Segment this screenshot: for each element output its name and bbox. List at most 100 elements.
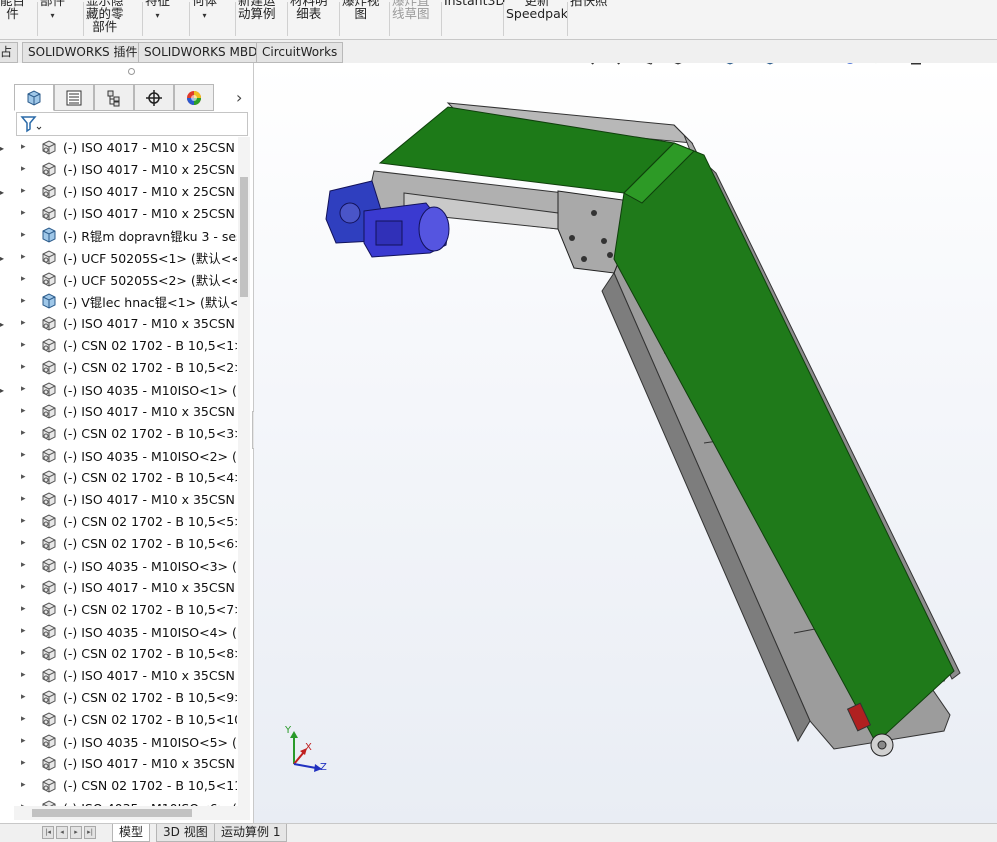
tree-item[interactable]: ▸ (-) ISO 4017 - M10 x 35CSN E — [0, 312, 240, 334]
parent-expand-arrow-icon[interactable]: ▸ — [0, 144, 10, 153]
tree-item[interactable]: ▸ (-) CSN 02 1702 - B 10,5<1> ( — [0, 334, 240, 356]
panel-grip-icon[interactable] — [128, 68, 135, 75]
first-tab-icon[interactable]: |◂ — [42, 826, 54, 839]
tree-item[interactable]: ▸ (-) ISO 4035 - M10ISO<1> (默 — [0, 378, 240, 400]
tree-item[interactable]: ▸ (-) UCF 50205S<1> (默认<<默 — [0, 246, 240, 268]
expand-arrow-icon[interactable]: ▸ — [21, 780, 29, 790]
expand-arrow-icon[interactable]: ▸ — [21, 186, 29, 196]
ribbon-button-2[interactable]: 显示隐 藏的零 部件 — [86, 0, 124, 34]
tree-filter-bar[interactable] — [16, 112, 248, 136]
display-manager-tab[interactable] — [174, 84, 214, 111]
tree-item[interactable]: ▸ (-) ISO 4017 - M10 x 35CSN E — [0, 664, 240, 686]
parent-expand-arrow-icon[interactable]: ▸ — [0, 254, 10, 263]
propertymanager-tab[interactable] — [54, 84, 94, 111]
tree-item[interactable]: ▸ (-) ISO 4017 - M10 x 35CSN E — [0, 400, 240, 422]
expand-arrow-icon[interactable]: ▸ — [21, 406, 29, 416]
bottom-tab[interactable]: 运动算例 1 — [214, 824, 288, 842]
tree-item[interactable]: ▸ (-) CSN 02 1702 - B 10,5<3> ( — [0, 422, 240, 444]
expand-arrow-icon[interactable]: ▸ — [21, 208, 29, 218]
expand-arrow-icon[interactable]: ▸ — [21, 318, 29, 328]
expand-arrow-icon[interactable]: ▸ — [21, 516, 29, 526]
tree-item[interactable]: ▸ (-) ISO 4017 - M10 x 25CSN E — [0, 136, 240, 158]
expand-arrow-icon[interactable]: ▸ — [21, 362, 29, 372]
ribbon-button-9[interactable]: Instant3D — [444, 0, 505, 34]
chevron-right-icon[interactable]: › — [236, 88, 242, 107]
ribbon-button-11[interactable]: 拍快照 — [570, 0, 608, 34]
command-tab[interactable]: CircuitWorks — [256, 42, 344, 63]
featuremanager-tab[interactable] — [14, 84, 54, 111]
expand-arrow-icon[interactable]: ▸ — [21, 604, 29, 614]
ribbon-button-4[interactable]: 何体 ▾ — [192, 0, 217, 34]
expand-arrow-icon[interactable]: ▸ — [21, 472, 29, 482]
expand-arrow-icon[interactable]: ▸ — [21, 538, 29, 548]
tree-item[interactable]: ▸ (-) ISO 4035 - M10ISO<5> (默 — [0, 730, 240, 752]
expand-arrow-icon[interactable]: ▸ — [21, 428, 29, 438]
expand-arrow-icon[interactable]: ▸ — [21, 582, 29, 592]
ribbon-button-8[interactable]: 爆炸直 线草图 — [392, 0, 430, 34]
expand-arrow-icon[interactable]: ▸ — [21, 274, 29, 284]
tree-item[interactable]: ▸ (-) CSN 02 1702 - B 10,5<2> ( — [0, 356, 240, 378]
prev-tab-icon[interactable]: ◂ — [56, 826, 68, 839]
tree-item[interactable]: ▸ (-) UCF 50205S<2> (默认<<默 — [0, 268, 240, 290]
graphics-area[interactable]: Y X Z — [254, 63, 997, 823]
tree-vertical-scrollbar[interactable] — [238, 137, 250, 806]
tree-item[interactable]: ▸ (-) ISO 4017 - M10 x 35CSN E — [0, 752, 240, 774]
expand-arrow-icon[interactable]: ▸ — [21, 670, 29, 680]
tree-item[interactable]: ▸ (-) CSN 02 1702 - B 10,5<5> ( — [0, 510, 240, 532]
last-tab-icon[interactable]: ▸| — [84, 826, 96, 839]
tree-item[interactable]: ▸ (-) CSN 02 1702 - B 10,5<6> ( — [0, 532, 240, 554]
command-tab[interactable]: 占 — [0, 42, 19, 63]
expand-arrow-icon[interactable]: ▸ — [21, 758, 29, 768]
ribbon-button-1[interactable]: 部件 ▾ — [40, 0, 65, 34]
configurationmanager-tab[interactable] — [94, 84, 134, 111]
bottom-tab[interactable]: 模型 — [112, 824, 151, 842]
command-tab[interactable]: SOLIDWORKS 插件 — [22, 42, 144, 63]
filter-icon[interactable] — [20, 114, 42, 134]
scrollbar-thumb[interactable] — [240, 177, 248, 297]
chevron-down-icon[interactable]: ▾ — [192, 9, 217, 22]
tree-horizontal-scrollbar[interactable] — [14, 806, 250, 820]
tree-item[interactable]: ▸ (-) CSN 02 1702 - B 10,5<10> — [0, 708, 240, 730]
expand-arrow-icon[interactable]: ▸ — [21, 296, 29, 306]
tree-item[interactable]: ▸ (-) CSN 02 1702 - B 10,5<11> — [0, 774, 240, 796]
tree-item[interactable]: ▸ (-) CSN 02 1702 - B 10,5<7> ( — [0, 598, 240, 620]
expand-arrow-icon[interactable]: ▸ — [21, 164, 29, 174]
tree-item[interactable]: ▸ (-) CSN 02 1702 - B 10,5<9> ( — [0, 686, 240, 708]
bottom-tab[interactable]: 3D 视图 — [156, 824, 215, 842]
tree-item[interactable]: ▸ (-) ISO 4017 - M10 x 25CSN E — [0, 202, 240, 224]
tree-item[interactable]: ▸ (-) ISO 4035 - M10ISO<3> (默 — [0, 554, 240, 576]
ribbon-button-0[interactable]: 能目件 — [0, 0, 25, 34]
expand-arrow-icon[interactable]: ▸ — [21, 626, 29, 636]
tree-item[interactable]: ▸ (-) ISO 4035 - M10ISO<4> (默 — [0, 620, 240, 642]
expand-arrow-icon[interactable]: ▸ — [21, 340, 29, 350]
tree-item[interactable]: ▸ (-) ISO 4017 - M10 x 25CSN E — [0, 180, 240, 202]
expand-arrow-icon[interactable]: ▸ — [21, 714, 29, 724]
ribbon-button-6[interactable]: 材料明 细表 — [290, 0, 328, 34]
ribbon-button-7[interactable]: 爆炸视图 — [342, 0, 380, 34]
chevron-down-icon[interactable]: ▾ — [145, 9, 170, 22]
chevron-down-icon[interactable]: ▾ — [40, 9, 65, 22]
tree-item[interactable]: ▸ (-) ISO 4017 - M10 x 25CSN E — [0, 158, 240, 180]
tree-item[interactable]: ▸ (-) CSN 02 1702 - B 10,5<8> ( — [0, 642, 240, 664]
parent-expand-arrow-icon[interactable]: ▸ — [0, 386, 10, 395]
ribbon-button-3[interactable]: 特征 ▾ — [145, 0, 170, 34]
dimxpert-tab[interactable] — [134, 84, 174, 111]
expand-arrow-icon[interactable]: ▸ — [21, 384, 29, 394]
expand-arrow-icon[interactable]: ▸ — [21, 450, 29, 460]
tree-item[interactable]: ▸ (-) R锟m dopravn锟ku 3 - sest — [0, 224, 240, 246]
ribbon-button-5[interactable]: 新建运 动算例 — [238, 0, 276, 34]
parent-expand-arrow-icon[interactable]: ▸ — [0, 188, 10, 197]
expand-arrow-icon[interactable]: ▸ — [21, 494, 29, 504]
tree-item[interactable]: ▸ (-) ISO 4035 - M10ISO<2> (默 — [0, 444, 240, 466]
expand-arrow-icon[interactable]: ▸ — [21, 252, 29, 262]
expand-arrow-icon[interactable]: ▸ — [21, 230, 29, 240]
next-tab-icon[interactable]: ▸ — [70, 826, 82, 839]
conveyor-model[interactable] — [254, 63, 997, 823]
expand-arrow-icon[interactable]: ▸ — [21, 560, 29, 570]
tree-item[interactable]: ▸ (-) ISO 4017 - M10 x 35CSN E — [0, 488, 240, 510]
tree-item[interactable]: ▸(-) ISO 4035 - M10ISO<6> (默 — [0, 796, 240, 806]
expand-arrow-icon[interactable]: ▸ — [21, 648, 29, 658]
expand-arrow-icon[interactable]: ▸ — [21, 736, 29, 746]
parent-expand-arrow-icon[interactable]: ▸ — [0, 320, 10, 329]
tree-item[interactable]: ▸ (-) ISO 4017 - M10 x 35CSN E — [0, 576, 240, 598]
